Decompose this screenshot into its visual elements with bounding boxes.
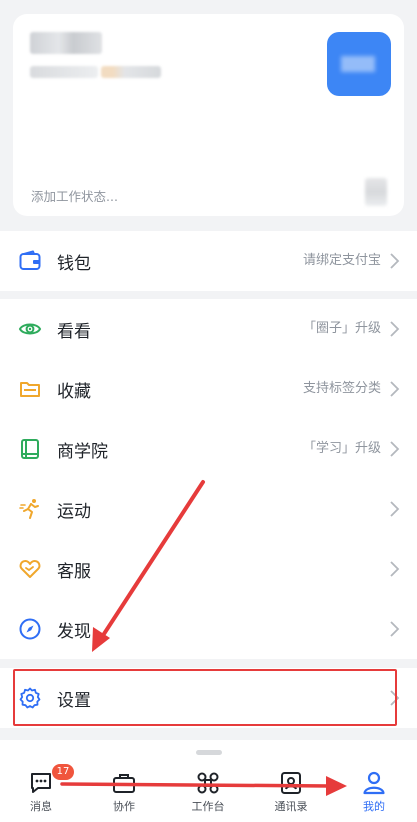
user-company-redacted bbox=[101, 66, 161, 78]
menu-item-label: 看看 bbox=[57, 321, 91, 342]
menu-item-service[interactable]: 客服 bbox=[0, 539, 417, 599]
unread-badge: 17 bbox=[52, 764, 74, 780]
wallet-label: 钱包 bbox=[57, 253, 91, 274]
heart-icon bbox=[18, 557, 42, 581]
tab-label: 工作台 bbox=[191, 800, 225, 813]
menu-item-hint: 「圈子」升级 bbox=[302, 321, 381, 336]
tab-me[interactable]: 我的 bbox=[339, 768, 409, 818]
menu-item-sports[interactable]: 运动 bbox=[0, 479, 417, 539]
profile-card[interactable]: 添加工作状态... bbox=[13, 14, 404, 216]
running-icon bbox=[18, 497, 42, 521]
contacts-icon bbox=[281, 772, 301, 794]
tab-label: 我的 bbox=[363, 800, 385, 813]
drag-handle[interactable] bbox=[196, 750, 222, 755]
wallet-icon bbox=[18, 249, 42, 273]
wallet-group: 钱包 请绑定支付宝 bbox=[0, 231, 417, 291]
menu-group: 看看 「圈子」升级 收藏 支持标签分类 商学院 「学习」升级 运动 客服 发现 bbox=[0, 299, 417, 659]
chevron-right-icon bbox=[390, 381, 400, 397]
menu-item-hint: 支持标签分类 bbox=[302, 381, 381, 396]
bottom-tab-bar: 17 消息 协作 工作台 通讯录 我的 bbox=[0, 740, 417, 822]
tab-label: 协作 bbox=[113, 800, 135, 813]
folder-icon bbox=[18, 377, 42, 401]
tab-messages[interactable]: 17 消息 bbox=[6, 764, 76, 818]
work-status-placeholder[interactable]: 添加工作状态... bbox=[31, 186, 118, 205]
menu-item-label: 发现 bbox=[57, 621, 91, 642]
avatar[interactable] bbox=[327, 32, 391, 96]
book-icon bbox=[18, 437, 42, 461]
user-name-redacted bbox=[30, 32, 102, 54]
user-info-redacted bbox=[30, 66, 98, 78]
settings-group: 设置 bbox=[0, 668, 417, 728]
chevron-right-icon bbox=[390, 690, 400, 706]
menu-item-settings[interactable]: 设置 bbox=[0, 668, 417, 728]
chevron-right-icon bbox=[390, 253, 400, 269]
tab-workbench[interactable]: 工作台 bbox=[173, 768, 243, 818]
menu-item-wallet[interactable]: 钱包 请绑定支付宝 bbox=[0, 231, 417, 291]
menu-item-discover[interactable]: 发现 bbox=[0, 599, 417, 659]
tab-contacts[interactable]: 通讯录 bbox=[256, 768, 326, 818]
menu-item-label: 收藏 bbox=[57, 381, 91, 402]
gear-icon bbox=[18, 686, 42, 710]
settings-label: 设置 bbox=[57, 690, 91, 711]
menu-item-favorites[interactable]: 收藏 支持标签分类 bbox=[0, 359, 417, 419]
menu-item-label: 商学院 bbox=[57, 441, 108, 462]
tab-label: 消息 bbox=[30, 800, 52, 813]
message-icon bbox=[31, 773, 51, 793]
chevron-right-icon bbox=[390, 501, 400, 517]
eye-icon bbox=[18, 317, 42, 341]
command-icon bbox=[197, 772, 219, 794]
chevron-right-icon bbox=[390, 561, 400, 577]
tab-collaboration[interactable]: 协作 bbox=[89, 768, 159, 818]
menu-item-label: 运动 bbox=[57, 501, 91, 522]
wallet-hint: 请绑定支付宝 bbox=[302, 253, 381, 268]
menu-item-hint: 「学习」升级 bbox=[302, 441, 381, 456]
chevron-right-icon bbox=[390, 441, 400, 457]
tab-label: 通讯录 bbox=[274, 800, 308, 813]
menu-item-kankan[interactable]: 看看 「圈子」升级 bbox=[0, 299, 417, 359]
compass-icon bbox=[18, 617, 42, 641]
menu-item-label: 客服 bbox=[57, 561, 91, 582]
qr-code-redacted[interactable] bbox=[365, 178, 387, 206]
chevron-right-icon bbox=[390, 621, 400, 637]
menu-item-academy[interactable]: 商学院 「学习」升级 bbox=[0, 419, 417, 479]
person-icon bbox=[363, 771, 385, 795]
chevron-right-icon bbox=[390, 321, 400, 337]
briefcase-icon bbox=[113, 774, 135, 793]
